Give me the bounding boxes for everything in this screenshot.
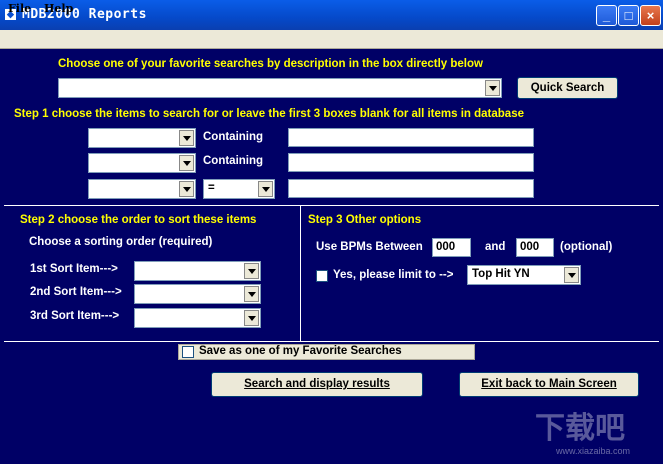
- window-title: MDB2000 Reports: [22, 7, 147, 22]
- operator-label-1: Containing: [203, 131, 264, 143]
- save-favorite-checkbox[interactable]: [182, 346, 194, 358]
- close-button[interactable]: ×: [640, 5, 661, 26]
- chevron-down-icon[interactable]: [179, 181, 194, 197]
- chevron-down-icon[interactable]: [485, 80, 500, 96]
- limit-label: Yes, please limit to -->: [333, 269, 454, 281]
- operator-label-2: Containing: [203, 155, 264, 167]
- chevron-down-icon[interactable]: [179, 130, 194, 146]
- step3-label: Step 3 Other options: [308, 214, 422, 226]
- step2-label: Step 2 choose the order to sort these it…: [20, 214, 257, 226]
- sort-select-2[interactable]: [134, 284, 261, 304]
- limit-select[interactable]: Top Hit YN: [467, 265, 581, 285]
- chevron-down-icon[interactable]: [244, 286, 259, 302]
- step2-sublabel: Choose a sorting order (required): [29, 236, 213, 248]
- divider: [300, 205, 301, 341]
- save-favorite-label: Save as one of my Favorite Searches: [199, 345, 402, 357]
- and-label: and: [485, 241, 506, 253]
- sort-item-label-3: 3rd Sort Item--->: [30, 310, 120, 322]
- watermark-logo: 下载吧: [535, 411, 625, 446]
- limit-checkbox[interactable]: [316, 270, 328, 282]
- operator-value: =: [208, 182, 215, 194]
- exit-button[interactable]: Exit back to Main Screen: [459, 372, 639, 397]
- divider: [4, 205, 659, 206]
- chevron-down-icon[interactable]: [179, 155, 194, 171]
- bpm-from-value: 000: [436, 241, 456, 253]
- quick-search-button[interactable]: Quick Search: [517, 77, 618, 99]
- search-button[interactable]: Search and display results: [211, 372, 423, 397]
- chevron-down-icon[interactable]: [244, 310, 259, 326]
- menu-bar: [0, 30, 663, 49]
- bpm-to-value: 000: [520, 241, 540, 253]
- favorites-select[interactable]: [58, 78, 502, 98]
- sort-select-1[interactable]: [134, 261, 261, 281]
- search-value-2[interactable]: [288, 153, 534, 172]
- maximize-button[interactable]: □: [618, 5, 639, 26]
- minimize-button[interactable]: _: [596, 5, 617, 26]
- menu-file[interactable]: File: [8, 2, 31, 15]
- divider: [4, 341, 659, 342]
- save-favorite-row[interactable]: Save as one of my Favorite Searches: [178, 344, 475, 360]
- sort-select-3[interactable]: [134, 308, 261, 328]
- sort-item-label-1: 1st Sort Item--->: [30, 263, 118, 275]
- search-value-3[interactable]: [288, 179, 534, 198]
- optional-label: (optional): [560, 241, 613, 253]
- chevron-down-icon[interactable]: [564, 267, 579, 283]
- bpm-to-input[interactable]: 000: [516, 238, 554, 257]
- field-select-1[interactable]: [88, 128, 196, 148]
- favorites-label: Choose one of your favorite searches by …: [58, 58, 483, 70]
- watermark-url: www.xiazaiba.com: [556, 446, 631, 456]
- sort-item-label-2: 2nd Sort Item--->: [30, 286, 122, 298]
- search-value-1[interactable]: [288, 128, 534, 147]
- field-select-2[interactable]: [88, 153, 196, 173]
- field-select-3[interactable]: [88, 179, 196, 199]
- chevron-down-icon[interactable]: [244, 263, 259, 279]
- bpm-from-input[interactable]: 000: [432, 238, 471, 257]
- bpm-label: Use BPMs Between: [316, 241, 423, 253]
- chevron-down-icon[interactable]: [258, 181, 273, 197]
- menu-help[interactable]: Help: [44, 2, 73, 15]
- limit-value: Top Hit YN: [472, 268, 530, 280]
- step1-label: Step 1 choose the items to search for or…: [14, 108, 524, 120]
- operator-select-3[interactable]: =: [203, 179, 275, 199]
